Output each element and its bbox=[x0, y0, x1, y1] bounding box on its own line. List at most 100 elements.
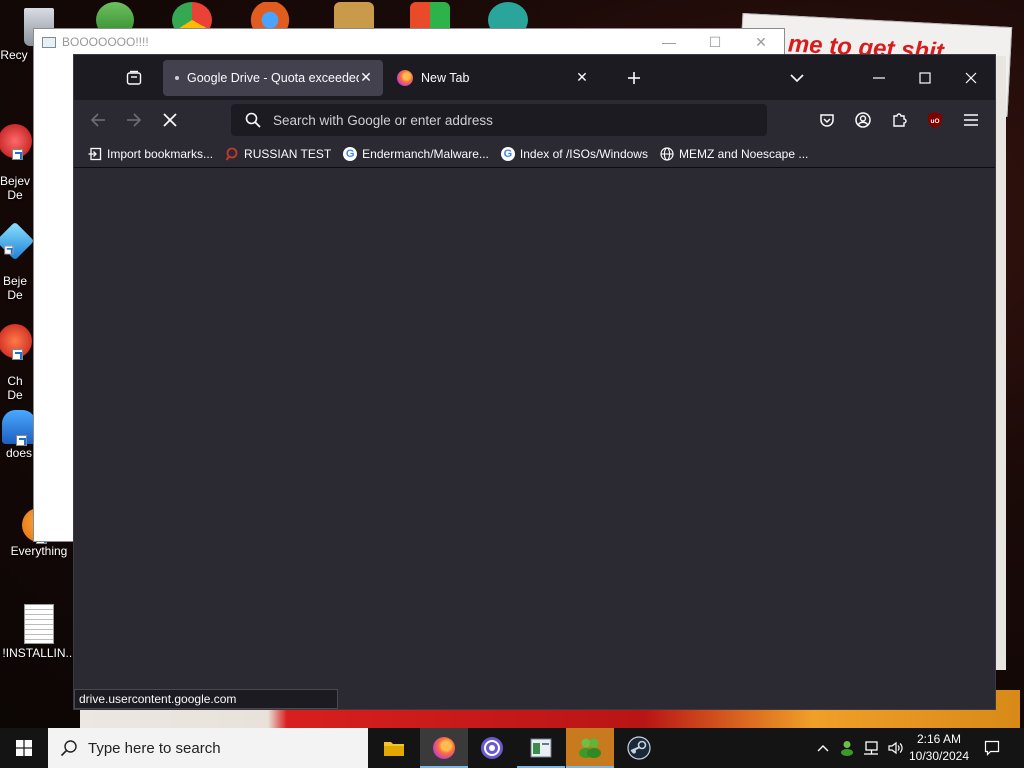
globe-icon bbox=[660, 146, 674, 161]
search-icon bbox=[60, 740, 77, 757]
tab-new-tab[interactable]: New Tab ✕ bbox=[387, 60, 599, 96]
tab-bar: Google Drive - Quota exceeded ✕ New Tab … bbox=[74, 55, 995, 100]
bookmark-memz[interactable]: MEMZ and Noescape ... bbox=[654, 142, 814, 166]
tab-title: Google Drive - Quota exceeded bbox=[187, 70, 359, 85]
taskbar-firefox[interactable] bbox=[420, 728, 468, 768]
ublock-shield-icon: uO bbox=[928, 112, 942, 128]
bookmark-label: MEMZ and Noescape ... bbox=[678, 146, 809, 161]
list-all-tabs-button[interactable] bbox=[782, 63, 812, 93]
google-icon: G bbox=[500, 146, 515, 161]
hamburger-menu-icon bbox=[964, 114, 978, 126]
blue-gem-icon bbox=[0, 221, 35, 261]
minimize-button[interactable]: — bbox=[646, 29, 692, 55]
bookmarks-toolbar: Import bookmarks... RUSSIAN TEST G Ender… bbox=[74, 140, 995, 168]
navigation-toolbar: uO bbox=[74, 100, 995, 140]
taskbar-file-explorer[interactable] bbox=[370, 728, 418, 768]
messenger-buddy-icon bbox=[579, 738, 601, 758]
bookmark-import[interactable]: Import bookmarks... bbox=[82, 142, 219, 166]
taskbar-msn-messenger[interactable] bbox=[566, 728, 614, 768]
notification-icon bbox=[984, 740, 1000, 756]
taskbar-steam[interactable] bbox=[615, 728, 663, 768]
network-icon bbox=[864, 741, 878, 755]
plus-icon bbox=[628, 71, 640, 84]
close-button[interactable]: ✕ bbox=[738, 29, 784, 55]
import-icon bbox=[88, 147, 102, 161]
message-window-title: BOOOOOOO!!!! bbox=[62, 35, 149, 49]
show-hidden-icons-button[interactable] bbox=[812, 728, 834, 768]
steam-icon bbox=[627, 736, 651, 760]
messenger-buddy-icon bbox=[841, 741, 853, 756]
status-panel: drive.usercontent.google.com bbox=[74, 689, 338, 709]
speaker-icon bbox=[888, 741, 903, 755]
minimize-button[interactable] bbox=[856, 55, 902, 100]
taskbar-search[interactable] bbox=[48, 728, 368, 768]
account-button[interactable] bbox=[847, 104, 879, 136]
magnifier-icon bbox=[225, 147, 239, 161]
desktop-icon-label: Ch De bbox=[7, 374, 23, 402]
google-icon: G bbox=[343, 146, 358, 161]
maximize-icon bbox=[919, 71, 931, 84]
taskbar-bittorrent[interactable] bbox=[468, 728, 516, 768]
tab-close-icon[interactable]: ✕ bbox=[575, 69, 589, 86]
ublock-badge-text: uO bbox=[930, 118, 939, 125]
bookmark-label: Endermanch/Malware... bbox=[362, 146, 489, 161]
taskbar-search-input[interactable] bbox=[88, 739, 358, 757]
wallpaper-strip bbox=[996, 56, 1006, 670]
text-file-icon bbox=[24, 604, 54, 644]
maximize-button[interactable]: ☐ bbox=[692, 29, 738, 55]
desktop-icon-label: !INSTALLIN... bbox=[2, 646, 76, 660]
desktop-icon-label: Bejev De bbox=[0, 174, 31, 202]
action-center-button[interactable] bbox=[978, 728, 1006, 768]
bittorrent-icon bbox=[481, 737, 503, 759]
extensions-button[interactable] bbox=[883, 104, 915, 136]
clock-date: 10/30/2024 bbox=[908, 749, 970, 763]
start-button[interactable] bbox=[0, 728, 48, 768]
back-arrow-icon bbox=[90, 113, 105, 127]
firefox-view-button[interactable] bbox=[119, 63, 149, 93]
pocket-button[interactable] bbox=[811, 104, 843, 136]
page-content[interactable] bbox=[74, 169, 995, 709]
url-input[interactable] bbox=[273, 112, 743, 128]
bookmark-endermanch[interactable]: G Endermanch/Malware... bbox=[337, 142, 495, 166]
clock-time: 2:16 AM bbox=[916, 732, 962, 746]
folder-icon bbox=[384, 742, 404, 756]
taskbar-notepad-app[interactable] bbox=[517, 728, 565, 768]
search-icon bbox=[245, 112, 261, 128]
desktop-icon-installing[interactable]: !INSTALLIN... bbox=[0, 604, 78, 660]
bookmark-iso-index[interactable]: G Index of /ISOs/Windows bbox=[495, 142, 654, 166]
address-bar[interactable] bbox=[231, 104, 767, 136]
tray-network[interactable] bbox=[860, 728, 882, 768]
forward-arrow-icon bbox=[127, 113, 142, 127]
maximize-button[interactable] bbox=[902, 55, 948, 100]
app-menu-button[interactable] bbox=[955, 104, 987, 136]
tab-google-drive[interactable]: Google Drive - Quota exceeded ✕ bbox=[163, 59, 383, 96]
bookmark-russian-test[interactable]: RUSSIAN TEST bbox=[219, 142, 337, 166]
taskbar-clock[interactable]: 2:16 AM 10/30/2024 bbox=[906, 731, 972, 765]
window-app-icon bbox=[42, 36, 56, 48]
close-button[interactable] bbox=[948, 55, 994, 100]
desktop-icon-label: Recy bbox=[0, 48, 28, 62]
ublock-origin-button[interactable]: uO bbox=[919, 104, 951, 136]
window-app-icon bbox=[530, 738, 552, 758]
minimize-icon bbox=[873, 76, 885, 79]
desktop-icon-label: does bbox=[5, 446, 33, 460]
loading-dot-icon bbox=[175, 75, 179, 80]
stop-button[interactable] bbox=[154, 104, 186, 136]
chuzzle-icon bbox=[0, 324, 32, 360]
firefox-window[interactable]: Google Drive - Quota exceeded ✕ New Tab … bbox=[73, 54, 996, 710]
tray-volume[interactable] bbox=[884, 728, 906, 768]
bookmark-label: Index of /ISOs/Windows bbox=[519, 146, 648, 161]
tab-title: New Tab bbox=[421, 70, 470, 85]
back-button[interactable] bbox=[82, 104, 114, 136]
red-gem-icon bbox=[0, 124, 32, 160]
tray-messenger[interactable] bbox=[836, 728, 858, 768]
forward-button[interactable] bbox=[118, 104, 150, 136]
new-tab-button[interactable] bbox=[619, 63, 649, 93]
firefox-logo-icon bbox=[433, 737, 455, 759]
puzzle-icon bbox=[893, 113, 907, 127]
firefox-logo-icon bbox=[397, 69, 413, 86]
account-icon bbox=[855, 112, 871, 128]
desktop-icon-label: Everything bbox=[10, 544, 68, 558]
close-icon bbox=[965, 72, 977, 83]
tab-close-icon[interactable]: ✕ bbox=[359, 69, 373, 86]
